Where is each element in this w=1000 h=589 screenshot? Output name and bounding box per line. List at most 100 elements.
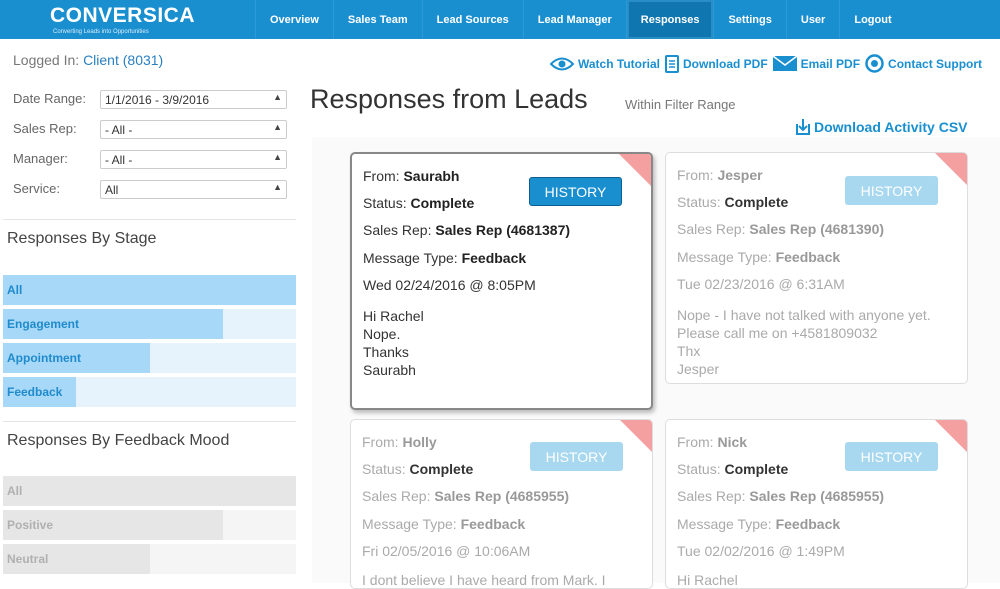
- select-arrows-icon: ▲︎: [273, 122, 282, 132]
- stage-bar-engagement[interactable]: Engagement: [3, 309, 296, 339]
- email-pdf-button[interactable]: Email PDF: [772, 56, 861, 71]
- message-type-value: Feedback: [461, 250, 527, 266]
- from-value: Saurabh: [403, 168, 460, 184]
- card-message: Nope - I have not talked with anyone yet…: [677, 307, 931, 377]
- stage-bar-feedback[interactable]: Feedback: [3, 377, 296, 407]
- download-csv-label: Download Activity CSV: [814, 119, 968, 135]
- nav-sales-team[interactable]: Sales Team: [332, 0, 422, 39]
- card-from: From: Nick: [677, 434, 747, 450]
- email-pdf-label: Email PDF: [800, 56, 861, 71]
- flag-corner: [935, 420, 967, 452]
- status-value: Complete: [409, 461, 474, 477]
- nav-lead-sources[interactable]: Lead Sources: [421, 0, 523, 39]
- from-value: Holly: [402, 434, 437, 450]
- envelope-icon: [772, 56, 797, 71]
- history-button[interactable]: HISTORY: [845, 442, 938, 471]
- response-card[interactable]: From: Nick HISTORY Status: Complete Sale…: [665, 419, 968, 589]
- nav-lead-manager[interactable]: Lead Manager: [522, 0, 626, 39]
- mood-bar-label: Neutral: [7, 552, 49, 566]
- nav-overview[interactable]: Overview: [255, 0, 333, 39]
- logged-in-info: Logged In: Client (8031): [13, 52, 163, 68]
- mood-bar-positive[interactable]: Positive: [3, 510, 296, 540]
- message-type-label: Message Type:: [362, 516, 457, 532]
- nav-settings[interactable]: Settings: [713, 0, 785, 39]
- mood-bar-label: All: [7, 484, 23, 498]
- sales-rep-value: Sales Rep (4685955): [434, 488, 570, 504]
- stage-bar-all[interactable]: All: [3, 275, 296, 305]
- sales-rep-label: Sales Rep:: [677, 488, 746, 504]
- status-value: Complete: [724, 461, 789, 477]
- date-range-filter: Date Range: 1/1/2016 - 3/9/2016 ▲︎: [13, 88, 287, 118]
- status-value: Complete: [410, 195, 475, 211]
- mood-bar-fill: [3, 476, 296, 506]
- message-type-label: Message Type:: [677, 516, 772, 532]
- sales-rep-label: Sales Rep:: [13, 121, 77, 136]
- from-value: Nick: [717, 434, 748, 450]
- status-label: Status:: [677, 461, 721, 477]
- eye-icon: [550, 57, 574, 70]
- card-message: Hi Rachel Nope. Thanks Saurabh: [363, 308, 424, 378]
- watch-tutorial-label: Watch Tutorial: [578, 56, 660, 71]
- nav-logout[interactable]: Logout: [839, 0, 905, 39]
- logged-in-label: Logged In:: [13, 52, 80, 68]
- responses-by-mood-section: Responses By Feedback Mood: [3, 421, 296, 460]
- manager-filter: Manager: - All - ▲︎: [13, 148, 287, 178]
- watch-tutorial-button[interactable]: Watch Tutorial: [550, 57, 660, 71]
- manager-value: - All -: [105, 153, 133, 167]
- card-datetime: Fri 02/05/2016 @ 10:06AM: [362, 543, 531, 559]
- mood-bar-all[interactable]: All: [3, 476, 296, 506]
- download-csv-button[interactable]: Download Activity CSV: [795, 118, 968, 136]
- response-card[interactable]: From: Jesper HISTORY Status: Complete Sa…: [665, 152, 968, 384]
- stage-bar-label: Feedback: [7, 385, 63, 399]
- flag-corner: [619, 154, 651, 186]
- stage-bar-appointment[interactable]: Appointment: [3, 343, 296, 373]
- client-link[interactable]: Client (8031): [83, 52, 163, 68]
- card-message-type: Message Type: Feedback: [363, 250, 526, 266]
- manager-select[interactable]: - All - ▲︎: [100, 150, 287, 169]
- select-arrows-icon: ▲︎: [273, 92, 282, 102]
- card-datetime: Tue 02/02/2016 @ 1:49PM: [677, 543, 845, 559]
- card-message: I dont believe I have heard from Mark. I: [362, 572, 606, 588]
- support-icon: [865, 54, 884, 73]
- card-sales-rep: Sales Rep: Sales Rep (4681390): [677, 221, 884, 237]
- service-select[interactable]: All ▲︎: [100, 180, 287, 199]
- service-filter: Service: All ▲︎: [13, 178, 287, 208]
- nav-responses[interactable]: Responses: [625, 0, 714, 39]
- logo-brand: CONVERSICA: [50, 4, 196, 27]
- card-status: Status: Complete: [677, 194, 788, 210]
- responses-by-stage-section: Responses By Stage: [3, 219, 296, 258]
- history-button[interactable]: HISTORY: [845, 176, 938, 205]
- card-message: Hi Rachel: [677, 572, 738, 588]
- contact-support-button[interactable]: Contact Support: [865, 54, 982, 73]
- download-pdf-button[interactable]: Download PDF: [665, 54, 768, 73]
- message-type-label: Message Type:: [363, 250, 458, 266]
- header-actions: Watch Tutorial Download PDF Email PDF Co…: [550, 54, 987, 73]
- filter-panel: Date Range: 1/1/2016 - 3/9/2016 ▲︎ Sales …: [13, 88, 287, 208]
- sales-rep-filter: Sales Rep: - All - ▲︎: [13, 118, 287, 148]
- history-button[interactable]: HISTORY: [529, 177, 622, 206]
- responses-by-mood-title: Responses By Feedback Mood: [7, 432, 230, 449]
- stage-bar-label: All: [7, 283, 23, 297]
- from-label: From:: [677, 167, 714, 183]
- response-card[interactable]: From: Holly HISTORY Status: Complete Sal…: [350, 419, 653, 589]
- date-range-label: Date Range:: [13, 91, 86, 106]
- download-pdf-label: Download PDF: [683, 56, 768, 71]
- download-icon: [796, 119, 810, 135]
- mood-bar-neutral[interactable]: Neutral: [3, 544, 296, 574]
- response-cards-area: From: Saurabh HISTORY Status: Complete S…: [312, 137, 1000, 589]
- manager-label: Manager:: [13, 151, 68, 166]
- message-type-value: Feedback: [775, 249, 841, 265]
- from-label: From:: [677, 434, 714, 450]
- history-button[interactable]: HISTORY: [530, 442, 623, 471]
- response-card[interactable]: From: Saurabh HISTORY Status: Complete S…: [350, 152, 653, 410]
- date-range-select[interactable]: 1/1/2016 - 3/9/2016 ▲︎: [100, 90, 287, 109]
- responses-by-stage-title: Responses By Stage: [7, 230, 157, 247]
- nav-user[interactable]: User: [785, 0, 839, 39]
- card-from: From: Saurabh: [363, 168, 459, 184]
- card-datetime: Wed 02/24/2016 @ 8:05PM: [363, 277, 536, 293]
- sales-rep-select[interactable]: - All - ▲︎: [100, 120, 287, 139]
- document-icon: [665, 54, 679, 73]
- status-label: Status:: [363, 195, 407, 211]
- card-status: Status: Complete: [362, 461, 473, 477]
- conversica-logo[interactable]: CONVERSICA Converting Leads into Opportu…: [50, 4, 195, 36]
